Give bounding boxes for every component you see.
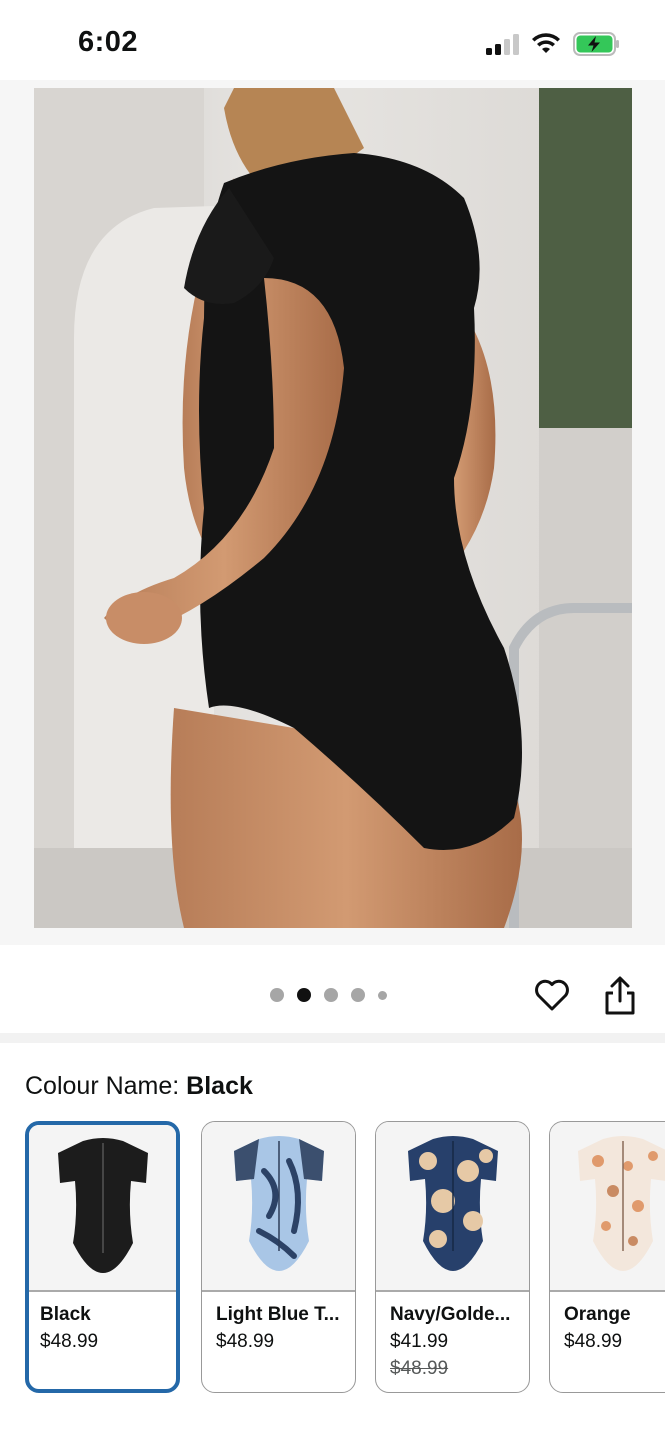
selected-colour-name: Black (186, 1072, 253, 1100)
swatch-light-blue[interactable]: Light Blue T... $48.99 (201, 1121, 356, 1393)
status-icons (486, 30, 621, 58)
swatch-name: Black (40, 1304, 91, 1325)
swatch-original-price: $48.99 (390, 1358, 449, 1379)
swatch-price: $48.99 (40, 1331, 99, 1352)
pager-dot-active[interactable] (297, 988, 311, 1002)
swatch-orange[interactable]: Orange $48.99 (549, 1121, 665, 1393)
swatch-price: $48.99 (216, 1331, 275, 1352)
pager-dot[interactable] (351, 988, 365, 1002)
swatch-name: Navy/Golde... (390, 1304, 511, 1325)
battery-charging-icon (573, 32, 619, 56)
status-bar: 6:02 (0, 0, 665, 80)
swatch-name: Light Blue T... (216, 1304, 340, 1325)
swatch-thumbnail (29, 1125, 176, 1290)
section-divider (0, 1033, 665, 1043)
pagination-dots[interactable] (270, 988, 387, 1002)
colour-name-label: Colour Name: Black (25, 1072, 253, 1100)
product-image[interactable] (34, 88, 632, 928)
swatch-price: $41.99 (390, 1331, 449, 1352)
status-time: 6:02 (78, 26, 139, 58)
product-image-area (0, 80, 665, 945)
swatch-navy-golden[interactable]: Navy/Golde... $41.99 $48.99 (375, 1121, 530, 1393)
swatch-thumbnail (550, 1122, 665, 1290)
wifi-icon (532, 33, 560, 53)
pager-dot[interactable] (378, 990, 387, 1000)
pager-dot[interactable] (324, 988, 338, 1002)
swatch-thumbnail (202, 1122, 355, 1290)
swatch-price: $48.99 (564, 1331, 623, 1352)
share-icon[interactable] (602, 975, 638, 1017)
pager-dot[interactable] (270, 988, 284, 1002)
swatch-thumbnail (376, 1122, 529, 1290)
swatch-black[interactable]: Black $48.99 (25, 1121, 180, 1393)
swatch-name: Orange (564, 1304, 631, 1325)
cellular-signal-icon (486, 33, 519, 55)
heart-icon[interactable] (532, 975, 572, 1015)
